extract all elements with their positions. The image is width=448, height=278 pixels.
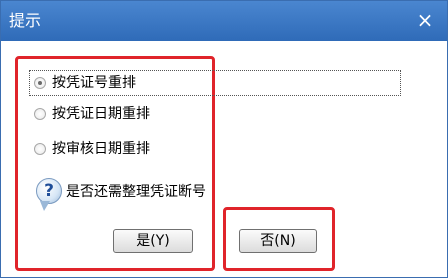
question-icon-tail xyxy=(40,201,50,211)
prompt-text: 是否还需整理凭证断号 xyxy=(66,184,206,200)
radio-label: 按审核日期重排 xyxy=(52,141,150,157)
radio-label: 按凭证日期重排 xyxy=(52,106,150,122)
radio-button-icon[interactable] xyxy=(34,143,46,155)
dialog-body: 按凭证号重排 按凭证日期重排 按审核日期重排 ? 是否还需整理凭证断号 是(Y)… xyxy=(1,41,447,277)
radio-button-icon[interactable] xyxy=(34,108,46,120)
yes-button[interactable]: 是(Y) xyxy=(113,229,193,253)
radio-button-icon[interactable] xyxy=(34,77,46,89)
no-button[interactable]: 否(N) xyxy=(239,229,317,253)
radio-by-voucher-date[interactable]: 按凭证日期重排 xyxy=(34,104,150,124)
radio-by-voucher-number[interactable]: 按凭证号重排 xyxy=(34,73,136,93)
close-icon[interactable]: × xyxy=(415,9,435,31)
dialog-title: 提示 xyxy=(9,11,42,30)
radio-by-audit-date[interactable]: 按审核日期重排 xyxy=(34,139,150,159)
radio-label: 按凭证号重排 xyxy=(52,75,136,91)
title-bar[interactable]: 提示 × xyxy=(1,1,447,41)
dialog-window: 提示 × 按凭证号重排 按凭证日期重排 按审核日期重排 ? 是否还需整理凭证断号… xyxy=(0,0,448,278)
